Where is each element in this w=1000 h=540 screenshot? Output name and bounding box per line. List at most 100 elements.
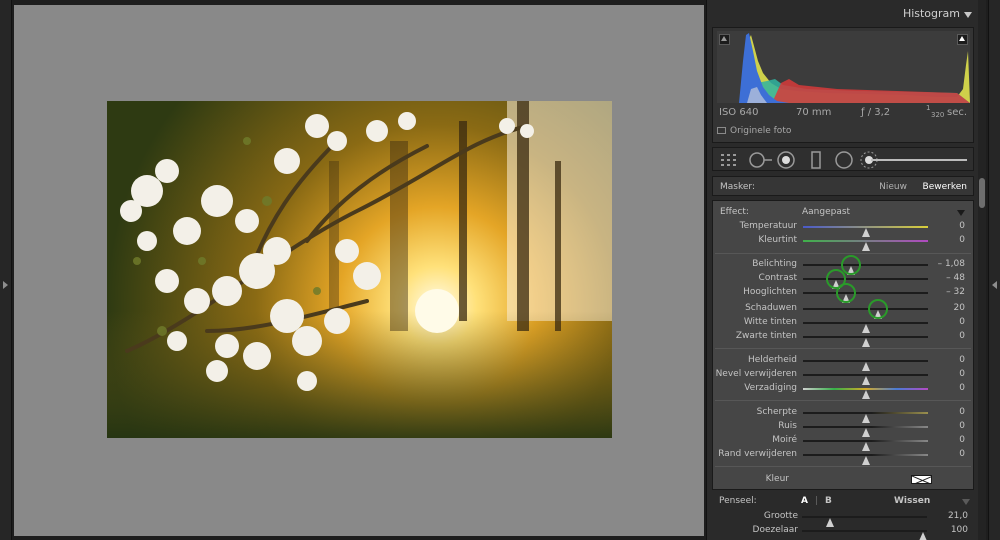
effect-label: Effect: [720,207,749,217]
highlight-clipping-toggle[interactable] [957,34,968,45]
slider-label: Helderheid [747,355,797,365]
brush-section: Penseel: A | B Wissen Grootte 21,0 Doeze… [712,493,974,540]
crop-overlay-icon[interactable] [719,152,739,168]
mask-new-button[interactable]: Nieuw [879,182,907,192]
slider-tint[interactable]: Kleurtint 0 [713,234,975,251]
slider-track[interactable] [803,440,928,451]
histogram-header[interactable]: Histogram [707,3,980,25]
red-eye-icon[interactable] [776,150,796,170]
photo-preview[interactable] [107,101,612,438]
slider-value[interactable]: 0 [959,235,965,245]
scrollbar-thumb[interactable] [979,178,985,208]
slider-track[interactable] [803,426,928,437]
slider-label: Witte tinten [743,317,797,327]
slider-value[interactable]: 20 [954,303,965,313]
right-panel-toggle[interactable] [988,0,1000,540]
slider-thumb[interactable] [862,338,870,347]
collapse-triangle-icon[interactable] [964,12,972,18]
brush-clear-button[interactable]: Wissen [894,496,930,506]
slider-track[interactable] [803,336,928,347]
slider-dehaze[interactable]: Nevel verwijderen 0 [713,368,975,385]
section-divider [715,253,971,254]
slider-value[interactable]: 0 [959,355,965,365]
slider-label: Schaduwen [745,303,797,313]
slider-value[interactable]: 21,0 [948,511,968,521]
image-canvas[interactable] [14,5,704,536]
slider-defringe[interactable]: Rand verwijderen 0 [713,448,975,465]
mask-edit-button[interactable]: Bewerken [923,182,967,192]
slider-value[interactable]: 0 [959,449,965,459]
slider-label: Scherpte [756,407,797,417]
effect-preset-dropdown[interactable]: Aangepast [802,207,850,217]
graduated-filter-icon[interactable] [809,150,823,170]
slider-track[interactable] [803,454,928,465]
slider-shadows[interactable]: Schaduwen 20 [713,302,975,319]
section-divider [715,400,971,401]
left-panel-toggle[interactable] [0,0,12,540]
slider-track[interactable] [803,308,928,319]
slider-blacks[interactable]: Zwarte tinten 0 [713,330,975,347]
slider-label: Nevel verwijderen [715,369,797,379]
shadow-clipping-triangle-icon [721,36,727,41]
slider-value[interactable]: 0 [959,317,965,327]
exif-shutter-numerator: 1 [926,104,931,112]
slider-moire[interactable]: Moiré 0 [713,434,975,451]
slider-value[interactable]: 0 [959,383,965,393]
section-divider [715,348,971,349]
slider-value[interactable]: – 48 [946,273,965,283]
color-label: Kleur [765,474,789,484]
slider-track[interactable] [802,530,927,540]
color-swatch[interactable] [911,475,932,484]
slider-value[interactable]: 0 [959,421,965,431]
slider-track[interactable] [803,388,928,399]
slider-thumb[interactable] [862,390,870,399]
slider-track[interactable] [803,374,928,385]
slider-track[interactable] [803,226,928,237]
panel-scrollbar[interactable] [978,0,986,540]
slider-sharpness[interactable]: Scherpte 0 [713,406,975,423]
brush-collapse-triangle-icon[interactable] [962,499,970,505]
slider-thumb[interactable] [862,456,870,465]
slider-value[interactable]: 0 [959,331,965,341]
slider-value[interactable]: – 32 [946,287,965,297]
slider-track[interactable] [803,412,928,423]
shadow-clipping-toggle[interactable] [719,34,730,45]
slider-track[interactable] [803,240,928,251]
original-photo-toggle[interactable]: Originele foto [717,126,791,136]
slider-track[interactable] [803,360,928,371]
slider-saturation[interactable]: Verzadiging 0 [713,382,975,399]
histogram-graph[interactable] [717,31,970,103]
slider-clarity[interactable]: Helderheid 0 [713,354,975,371]
histogram-panel: ISO 640 70 mm ƒ / 3,2 1 320 sec. Origine… [712,27,974,143]
slider-track[interactable] [803,322,928,333]
slider-brush-size[interactable]: Grootte 21,0 [712,510,974,527]
slider-value[interactable]: 100 [951,525,968,535]
slider-temperature[interactable]: Temperatuur 0 [713,220,975,237]
exif-shutter-unit: sec. [947,107,968,118]
slider-track[interactable] [802,516,927,527]
slider-track[interactable] [803,264,928,275]
exif-aperture: ƒ / 3,2 [861,107,891,118]
slider-value[interactable]: – 1,08 [938,259,965,269]
slider-value[interactable]: 0 [959,435,965,445]
slider-value[interactable]: 0 [959,221,965,231]
slider-value[interactable]: 0 [959,407,965,417]
tool-amount-slider[interactable] [871,159,967,161]
mask-bar: Masker: Nieuw Bewerken [712,176,974,196]
slider-whites[interactable]: Witte tinten 0 [713,316,975,333]
slider-brush-feather[interactable]: Doezelaar 100 [712,524,974,540]
color-row: Kleur [713,471,975,487]
effect-dropdown-triangle-icon[interactable] [957,210,965,216]
brush-b-button[interactable]: B [825,496,832,506]
slider-thumb[interactable] [862,242,870,251]
spot-removal-icon[interactable] [747,150,773,170]
slider-track[interactable] [803,292,928,303]
original-photo-label: Originele foto [730,126,792,136]
slider-thumb[interactable] [919,532,927,540]
slider-noise[interactable]: Ruis 0 [713,420,975,437]
radial-filter-icon[interactable] [834,150,854,170]
slider-track[interactable] [803,278,928,289]
slider-value[interactable]: 0 [959,369,965,379]
brush-a-button[interactable]: A [801,496,808,506]
slider-label: Contrast [758,273,797,283]
